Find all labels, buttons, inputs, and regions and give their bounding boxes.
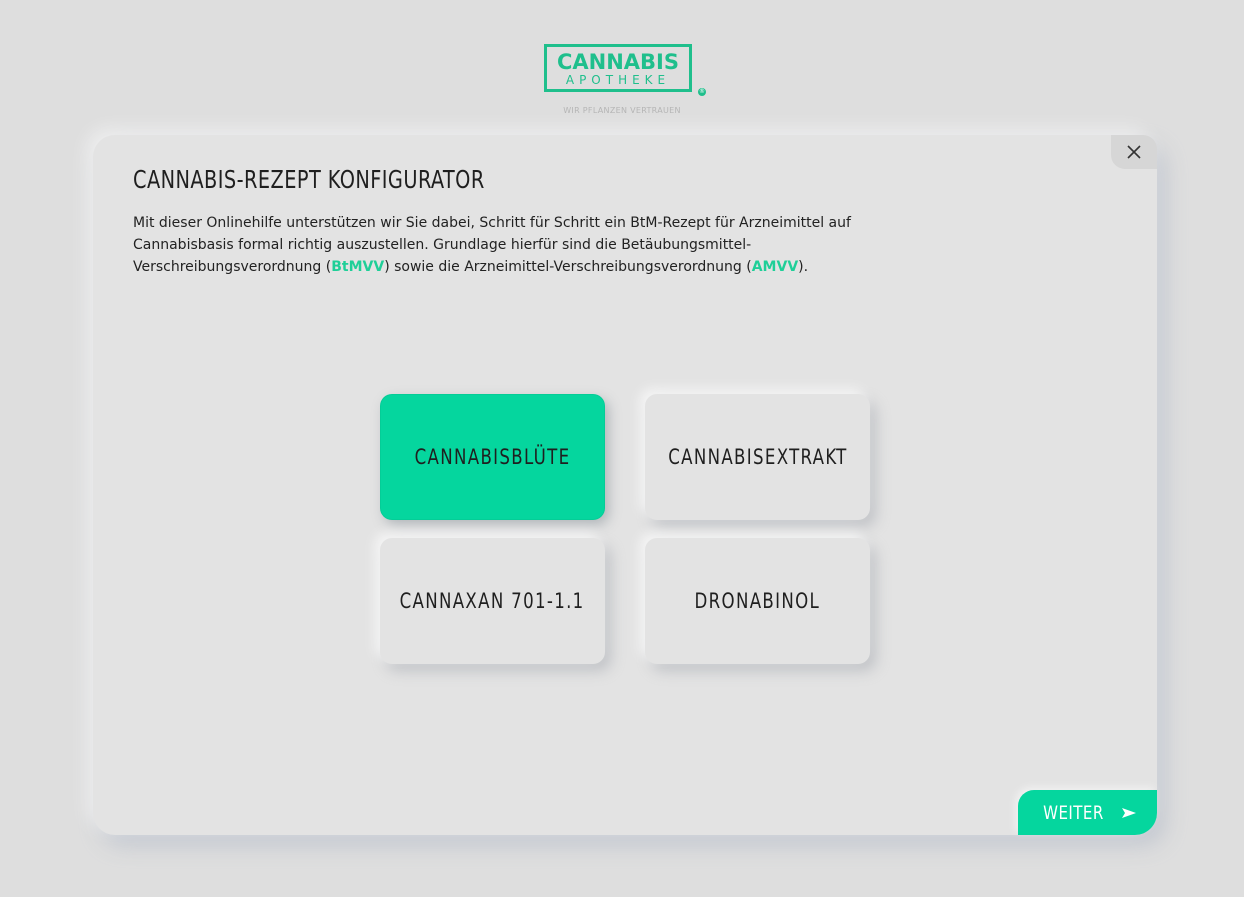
option-label: CANNAXAN 701-1.1: [400, 589, 585, 613]
next-button-label: WEITER: [1043, 801, 1104, 824]
option-cannaxan[interactable]: CANNAXAN 701-1.1: [380, 538, 605, 664]
registered-mark: ®: [698, 88, 706, 96]
close-icon: [1127, 145, 1141, 159]
dialog-title: CANNABIS-REZEPT KONFIGURATOR: [133, 165, 485, 194]
logo-word-apotheke: APOTHEKE: [565, 73, 671, 87]
logo-tagline: WIR PFLANZEN VERTRAUEN: [563, 106, 681, 115]
brand-logo: CANNABIS APOTHEKE ® WIR PFLANZEN VERTRAU…: [544, 44, 706, 118]
configurator-dialog: CANNABIS-REZEPT KONFIGURATOR Mit dieser …: [93, 135, 1157, 835]
option-cannabisbluete[interactable]: CANNABISBLÜTE: [380, 394, 605, 520]
option-label: CANNABISEXTRAKT: [667, 445, 848, 469]
arrow-right-icon: [1121, 807, 1136, 818]
btmvv-link[interactable]: BtMVV: [331, 259, 384, 275]
close-button[interactable]: [1111, 135, 1157, 169]
next-button[interactable]: WEITER: [1018, 790, 1157, 835]
option-dronabinol[interactable]: DRONABINOL: [645, 538, 870, 664]
option-label: CANNABISBLÜTE: [414, 445, 571, 469]
option-label: DRONABINOL: [694, 589, 821, 613]
amvv-link[interactable]: AMVV: [752, 259, 798, 275]
intro-text: Mit dieser Onlinehilfe unterstützen wir …: [133, 212, 853, 278]
option-cannabisextrakt[interactable]: CANNABISEXTRAKT: [645, 394, 870, 520]
intro-text-part3: ).: [798, 259, 809, 275]
intro-text-part2: ) sowie die Arzneimittel-Verschreibungsv…: [384, 259, 752, 275]
logo-word-cannabis: CANNABIS: [556, 50, 679, 74]
